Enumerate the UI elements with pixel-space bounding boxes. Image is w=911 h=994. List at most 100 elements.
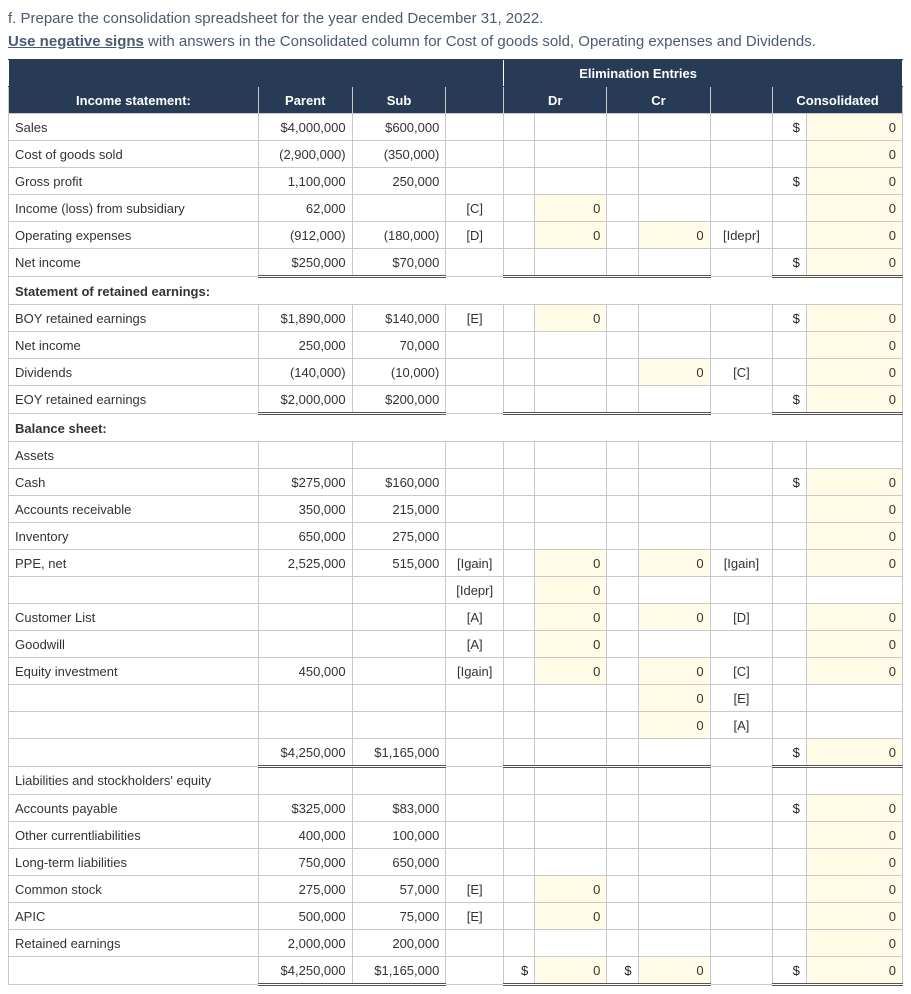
con-boy[interactable]: 0 bbox=[806, 305, 902, 332]
consym-div bbox=[773, 359, 807, 386]
con-eqinv[interactable]: 0 bbox=[806, 658, 902, 685]
cr-incsub bbox=[638, 195, 710, 222]
instruction-part: f. Prepare the consolidation spreadsheet… bbox=[8, 10, 543, 27]
dr-netinc bbox=[535, 249, 607, 277]
consym-cash: $ bbox=[773, 469, 807, 496]
con-cogs[interactable]: 0 bbox=[806, 141, 902, 168]
cr-cust[interactable]: 0 bbox=[638, 604, 710, 631]
csym-tlse: $ bbox=[607, 957, 638, 985]
cr-inv bbox=[638, 523, 710, 550]
con-tlse[interactable]: 0 bbox=[806, 957, 902, 985]
cr-eoy bbox=[638, 386, 710, 414]
ref2-ltl bbox=[710, 849, 773, 876]
con-sales[interactable]: 0 bbox=[806, 114, 902, 141]
csym-apic bbox=[607, 903, 638, 930]
dsym-inv bbox=[504, 523, 535, 550]
con-incsub[interactable]: 0 bbox=[806, 195, 902, 222]
dr-cust[interactable]: 0 bbox=[535, 604, 607, 631]
sub-boy: $140,000 bbox=[352, 305, 446, 332]
con-ppe[interactable]: 0 bbox=[806, 550, 902, 577]
ref1-tlse bbox=[446, 957, 504, 985]
ref1-ppe2: [Idepr] bbox=[446, 577, 504, 604]
cr-eqinv[interactable]: 0 bbox=[638, 658, 710, 685]
cell bbox=[504, 442, 535, 469]
cr-cogs bbox=[638, 141, 710, 168]
csym-ar bbox=[607, 496, 638, 523]
parent-cash: $275,000 bbox=[258, 469, 352, 496]
csym-eqinv3 bbox=[607, 712, 638, 739]
ref2-eqinv3: [A] bbox=[710, 712, 773, 739]
cell bbox=[446, 442, 504, 469]
con-tassets[interactable]: 0 bbox=[806, 739, 902, 767]
csym-netinc2 bbox=[607, 332, 638, 359]
dr-incsub[interactable]: 0 bbox=[535, 195, 607, 222]
sub-cust bbox=[352, 604, 446, 631]
dsym-ppe bbox=[504, 550, 535, 577]
cr-ppe[interactable]: 0 bbox=[638, 550, 710, 577]
cell bbox=[806, 767, 902, 795]
sub-gross: 250,000 bbox=[352, 168, 446, 195]
csym-cs bbox=[607, 876, 638, 903]
con-apic[interactable]: 0 bbox=[806, 903, 902, 930]
dsym-ltl bbox=[504, 849, 535, 876]
cr-opexp[interactable]: 0 bbox=[638, 222, 710, 249]
con-div[interactable]: 0 bbox=[806, 359, 902, 386]
sub-eqinv3 bbox=[352, 712, 446, 739]
label-tlse bbox=[9, 957, 259, 985]
dr-sales bbox=[535, 114, 607, 141]
parent-ltl: 750,000 bbox=[258, 849, 352, 876]
con-cash[interactable]: 0 bbox=[806, 469, 902, 496]
cell bbox=[535, 767, 607, 795]
dr-cs[interactable]: 0 bbox=[535, 876, 607, 903]
cell bbox=[710, 767, 773, 795]
label-sales: Sales bbox=[9, 114, 259, 141]
label-re: Retained earnings bbox=[9, 930, 259, 957]
csym-sales bbox=[607, 114, 638, 141]
dr-gw[interactable]: 0 bbox=[535, 631, 607, 658]
con-inv[interactable]: 0 bbox=[806, 523, 902, 550]
con-cs[interactable]: 0 bbox=[806, 876, 902, 903]
dr-apic[interactable]: 0 bbox=[535, 903, 607, 930]
dr-tlse[interactable]: 0 bbox=[535, 957, 607, 985]
ref1-sales bbox=[446, 114, 504, 141]
con-eqinv3 bbox=[806, 712, 902, 739]
parent-netinc: $250,000 bbox=[258, 249, 352, 277]
hdr-dr: Dr bbox=[504, 87, 607, 114]
hdr-spacer bbox=[9, 60, 504, 87]
dr-ppe2[interactable]: 0 bbox=[535, 577, 607, 604]
ref2-tassets bbox=[710, 739, 773, 767]
ref2-ar bbox=[710, 496, 773, 523]
dr-boy[interactable]: 0 bbox=[535, 305, 607, 332]
dsym-gw bbox=[504, 631, 535, 658]
con-ocl[interactable]: 0 bbox=[806, 822, 902, 849]
ref1-opexp: [D] bbox=[446, 222, 504, 249]
con-gross[interactable]: 0 bbox=[806, 168, 902, 195]
cr-eqinv3[interactable]: 0 bbox=[638, 712, 710, 739]
con-gw[interactable]: 0 bbox=[806, 631, 902, 658]
con-ar[interactable]: 0 bbox=[806, 496, 902, 523]
consym-inv bbox=[773, 523, 807, 550]
parent-gross: 1,100,000 bbox=[258, 168, 352, 195]
dr-ppe[interactable]: 0 bbox=[535, 550, 607, 577]
con-opexp[interactable]: 0 bbox=[806, 222, 902, 249]
con-eoy[interactable]: 0 bbox=[806, 386, 902, 414]
ref1-div bbox=[446, 359, 504, 386]
con-ltl[interactable]: 0 bbox=[806, 849, 902, 876]
con-re[interactable]: 0 bbox=[806, 930, 902, 957]
con-cust[interactable]: 0 bbox=[806, 604, 902, 631]
parent-cogs: (2,900,000) bbox=[258, 141, 352, 168]
con-netinc2[interactable]: 0 bbox=[806, 332, 902, 359]
cr-eqinv2[interactable]: 0 bbox=[638, 685, 710, 712]
con-ap[interactable]: 0 bbox=[806, 795, 902, 822]
ref1-netinc2 bbox=[446, 332, 504, 359]
csym-boy bbox=[607, 305, 638, 332]
dr-opexp[interactable]: 0 bbox=[535, 222, 607, 249]
ref2-inv bbox=[710, 523, 773, 550]
cr-tlse[interactable]: 0 bbox=[638, 957, 710, 985]
cr-div[interactable]: 0 bbox=[638, 359, 710, 386]
dr-cash bbox=[535, 469, 607, 496]
ref2-tlse bbox=[710, 957, 773, 985]
dr-eqinv[interactable]: 0 bbox=[535, 658, 607, 685]
dsym-cs bbox=[504, 876, 535, 903]
con-netinc[interactable]: 0 bbox=[806, 249, 902, 277]
